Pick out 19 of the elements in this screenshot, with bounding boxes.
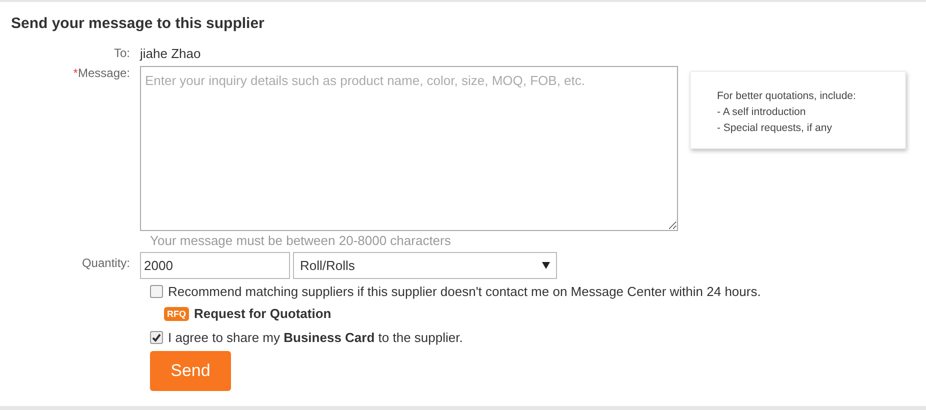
message-label: *Message: (72, 66, 131, 80)
caret-icon (542, 262, 550, 269)
agree-text: I agree to share my Business Card to the supplier. (168, 330, 463, 345)
length-hint: Your message must be between 20-8000 characters (150, 233, 452, 248)
quantity-label: Quantity: (80, 255, 131, 270)
tip-line: - Special requests, if any (717, 121, 833, 136)
form-title: Send your message to this supplier (10, 14, 266, 32)
rfq-badge: RFQ (164, 307, 189, 321)
recipient-name: jiahe Zhao (140, 46, 201, 61)
tip-line: - A self introduction (717, 105, 807, 120)
unit-select[interactable]: Roll/Rolls (293, 252, 557, 279)
rfq-link[interactable]: Request for Quotation (194, 306, 332, 321)
quantity-field[interactable]: 2000 (140, 252, 290, 279)
recommend-text: Recommend matching suppliers if this supplier doesn't contact me on Message Center within 24 hours. (168, 284, 761, 299)
checkbox[interactable] (150, 285, 163, 298)
to-label: To: (112, 46, 131, 60)
checkbox[interactable] (150, 331, 163, 344)
tip-line: For better quotations, include: (717, 89, 857, 104)
message-field[interactable]: Enter your inquiry details such as product name, color, size, MOQ, FOB, etc. (140, 66, 678, 231)
